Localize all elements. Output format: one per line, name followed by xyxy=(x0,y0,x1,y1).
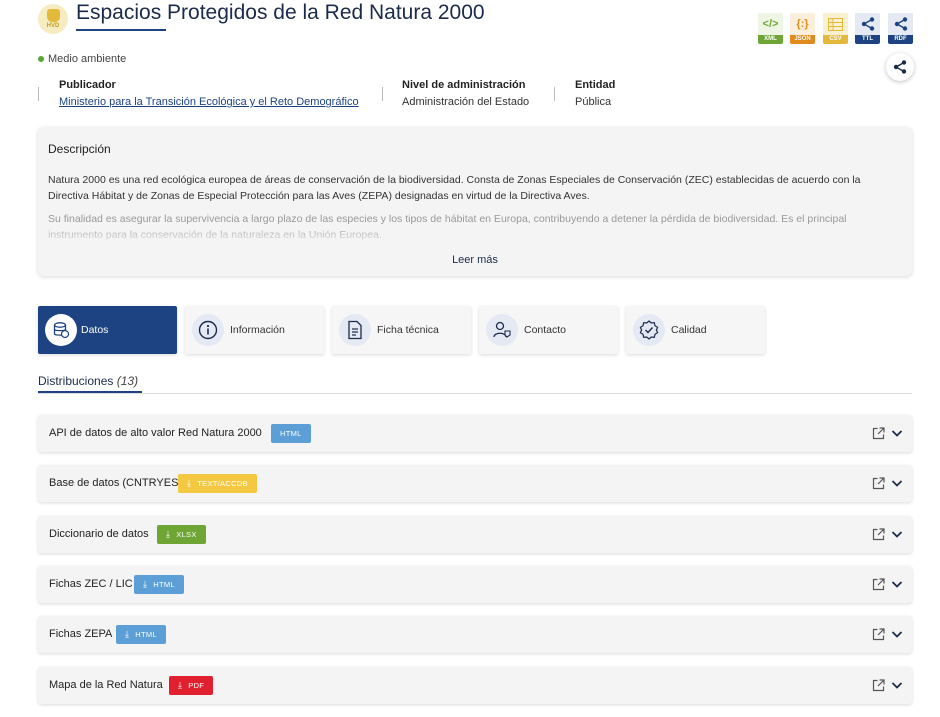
format-badge[interactable]: ⤓ PDF xyxy=(169,676,214,695)
download-json-button[interactable]: {:} JSON xyxy=(790,13,815,44)
download-icon: ⤓ xyxy=(187,478,192,488)
format-label-ttl: TTL xyxy=(855,35,880,44)
tab-label: Datos xyxy=(81,324,109,336)
description-paragraph: Natura 2000 es una red ecológica europea… xyxy=(48,174,861,202)
tab-informacion[interactable]: Información xyxy=(185,306,324,354)
csv-icon xyxy=(828,13,843,35)
meta-separator xyxy=(554,87,555,101)
publisher-label: Publicador xyxy=(59,79,116,91)
graph-icon xyxy=(894,13,908,35)
chevron-down-icon[interactable] xyxy=(891,630,903,639)
download-icon: ⤓ xyxy=(166,529,171,539)
download-icon: ⤓ xyxy=(178,680,183,690)
external-link-icon[interactable] xyxy=(872,578,885,591)
tab-label: Ficha técnica xyxy=(377,324,439,336)
external-link-icon[interactable] xyxy=(872,477,885,490)
format-badge-label: XLSX xyxy=(176,530,197,539)
share-icon xyxy=(893,60,907,74)
topic-dot-icon xyxy=(38,56,44,62)
distribution-row[interactable]: API de datos de alto valor Red Natura 20… xyxy=(38,415,912,452)
distributions-heading: Distribuciones (13) xyxy=(38,374,138,388)
chevron-down-icon[interactable] xyxy=(891,479,903,488)
meta-separator xyxy=(382,87,383,101)
database-icon xyxy=(45,314,77,346)
distribution-name: Base de datos (CNTRYES) xyxy=(49,477,183,489)
chevron-down-icon[interactable] xyxy=(891,530,903,539)
distribution-name: API de datos de alto valor Red Natura 20… xyxy=(49,427,262,439)
description-card: Descripción Natura 2000 es una red ecoló… xyxy=(38,127,912,276)
distribution-row[interactable]: Mapa de la Red Natura ⤓ PDF xyxy=(38,667,912,704)
distributions-count: (13) xyxy=(116,374,139,388)
page-title: Espacios Protegidos de la Red Natura 200… xyxy=(76,1,485,24)
publisher-link[interactable]: Ministerio para la Transición Ecológica … xyxy=(59,96,359,108)
download-xml-button[interactable]: </> XML xyxy=(758,13,783,44)
distribution-name: Mapa de la Red Natura xyxy=(49,679,163,691)
title-underline xyxy=(76,29,166,31)
format-badge-label: HTML xyxy=(153,580,175,589)
description-title: Descripción xyxy=(48,142,111,156)
format-label-xml: XML xyxy=(758,35,783,44)
topic-label: Medio ambiente xyxy=(48,53,127,65)
chevron-down-icon[interactable] xyxy=(891,580,903,589)
external-link-icon[interactable] xyxy=(872,628,885,641)
tab-ficha-tecnica[interactable]: Ficha técnica xyxy=(332,306,471,354)
external-link-icon[interactable] xyxy=(872,528,885,541)
download-icon: ⤓ xyxy=(143,579,148,589)
meta-separator xyxy=(38,87,39,101)
tab-label: Información xyxy=(230,324,285,336)
entity-value: Pública xyxy=(575,96,612,108)
hvd-badge-label: HVD xyxy=(46,23,60,29)
tab-label: Contacto xyxy=(524,324,567,336)
json-icon: {:} xyxy=(796,18,809,30)
download-rdf-button[interactable]: RDF xyxy=(888,13,913,44)
graph-icon xyxy=(861,13,875,35)
download-icon: ⤓ xyxy=(125,629,130,639)
format-badge-label: HTML xyxy=(135,630,157,639)
format-badge[interactable]: ⤓ TEXT/ACCDB xyxy=(178,474,257,493)
external-link-icon[interactable] xyxy=(872,679,885,692)
distribution-name: Diccionario de datos xyxy=(49,528,149,540)
read-more-button[interactable]: Leer más xyxy=(38,254,912,266)
admin-level-value: Administración del Estado xyxy=(402,96,530,108)
topic-tag[interactable]: Medio ambiente xyxy=(38,53,126,65)
format-badge-label: HTML xyxy=(280,429,302,438)
distribution-name: Fichas ZEPA xyxy=(49,628,113,640)
admin-level-label: Nivel de administración xyxy=(402,79,526,91)
info-icon xyxy=(192,314,224,346)
tab-contacto[interactable]: Contacto xyxy=(479,306,618,354)
share-button[interactable] xyxy=(886,53,914,81)
format-label-rdf: RDF xyxy=(888,35,913,44)
distribution-row[interactable]: Diccionario de datos ⤓ XLSX xyxy=(38,516,912,553)
contact-icon xyxy=(486,314,518,346)
distribution-row[interactable]: Base de datos (CNTRYES) ⤓ TEXT/ACCDB xyxy=(38,465,912,502)
format-badge-label: PDF xyxy=(188,681,205,690)
external-link-icon[interactable] xyxy=(872,427,885,440)
format-label-csv: CSV xyxy=(823,35,848,44)
distribution-row[interactable]: Fichas ZEC / LIC ⤓ HTML xyxy=(38,566,912,603)
database-icon xyxy=(46,9,60,22)
chevron-down-icon[interactable] xyxy=(891,429,903,438)
hvd-badge: HVD xyxy=(38,4,68,34)
format-badge[interactable]: ⤓ HTML xyxy=(116,625,166,644)
distributions-divider xyxy=(38,393,912,394)
chevron-down-icon[interactable] xyxy=(891,681,903,690)
distribution-name: Fichas ZEC / LIC xyxy=(49,578,133,590)
format-badge[interactable]: HTML xyxy=(271,424,311,443)
format-badge[interactable]: ⤓ XLSX xyxy=(157,525,206,544)
distribution-row[interactable]: Fichas ZEPA ⤓ HTML xyxy=(38,616,912,653)
format-label-json: JSON xyxy=(790,35,815,44)
entity-label: Entidad xyxy=(575,79,616,91)
download-csv-button[interactable]: CSV xyxy=(823,13,848,44)
description-fade xyxy=(38,225,912,245)
document-icon xyxy=(339,314,371,346)
tab-datos[interactable]: Datos xyxy=(38,306,177,354)
distributions-title: Distribuciones xyxy=(38,374,114,388)
format-badge[interactable]: ⤓ HTML xyxy=(134,575,184,594)
format-badge-label: TEXT/ACCDB xyxy=(197,479,248,488)
tab-calidad[interactable]: Calidad xyxy=(626,306,765,354)
tab-label: Calidad xyxy=(671,324,707,336)
quality-seal-icon xyxy=(633,314,665,346)
download-ttl-button[interactable]: TTL xyxy=(855,13,880,44)
code-icon: </> xyxy=(762,18,779,30)
